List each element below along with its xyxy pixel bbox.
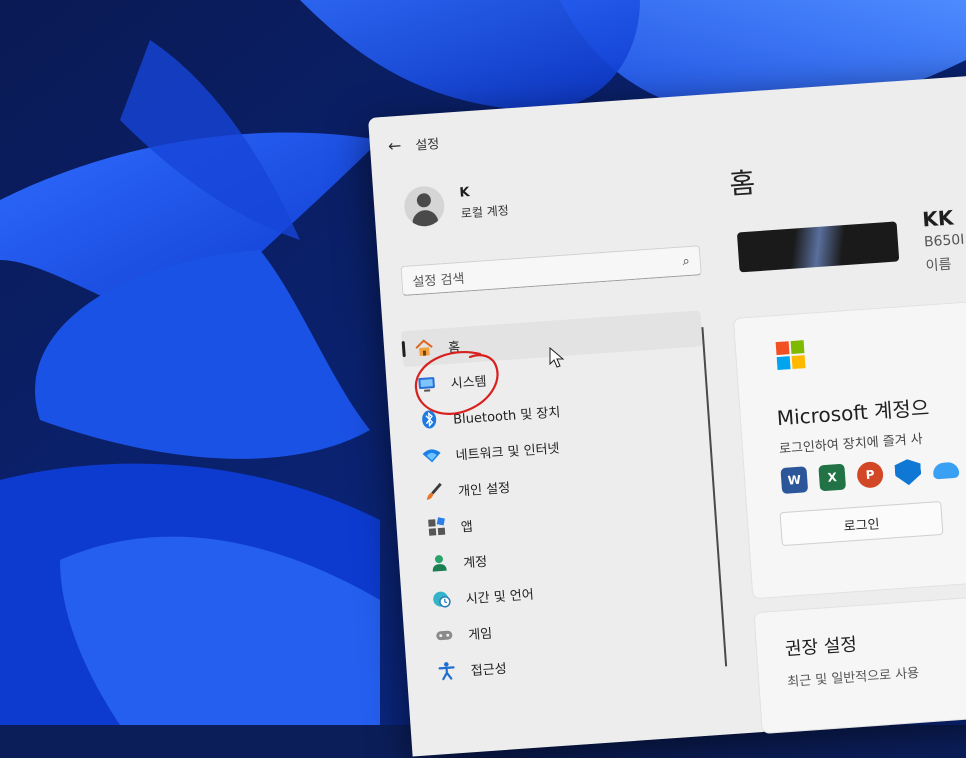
sidebar-item-label: 게임: [467, 626, 493, 643]
sidebar-item-label: 접근성: [470, 661, 508, 679]
title-bar: ← 설정: [387, 133, 440, 156]
settings-window: ← 설정 K 로컬 계정 설정 검색 ⌕ 홈 시스템 Bluetooth 및 장…: [368, 73, 966, 757]
recommended-settings-card: 권장 설정 최근 및 일반적으로 사용: [753, 592, 966, 735]
bluetooth-icon: [419, 409, 440, 430]
sidebar-item-label: 앱: [460, 519, 474, 536]
sidebar-item-label: 계정: [462, 554, 488, 571]
sidebar-item-label: 개인 설정: [457, 480, 511, 500]
search-placeholder: 설정 검색: [412, 271, 465, 290]
microsoft-logo-icon: [775, 340, 806, 371]
card-description: 로그인하여 장치에 즐겨 사: [778, 432, 924, 458]
login-button[interactable]: 로그인: [779, 500, 944, 547]
account-icon: [429, 552, 450, 573]
card-title: Microsoft 계정으: [776, 395, 930, 431]
sidebar-item-label: 네트워크 및 인터넷: [455, 440, 560, 464]
apps-icon: [426, 517, 447, 538]
device-wallpaper-thumbnail: [736, 221, 900, 273]
device-name: KK: [921, 205, 955, 232]
recommended-description: 최근 및 일반적으로 사용: [786, 665, 920, 691]
microsoft-account-card: Microsoft 계정으 로그인하여 장치에 즐겨 사 W X P 로그인: [732, 298, 966, 600]
gamepad-icon: [434, 624, 455, 645]
user-profile[interactable]: K 로컬 계정: [402, 180, 510, 228]
sidebar-item-label: 시스템: [450, 373, 488, 392]
mouse-pointer-icon: [549, 347, 565, 368]
device-model: B650I: [923, 231, 965, 251]
excel-icon: X: [818, 463, 847, 492]
defender-icon: [894, 458, 922, 486]
profile-name: K: [458, 185, 471, 201]
window-title: 설정: [414, 137, 440, 154]
home-icon: [413, 337, 434, 358]
word-icon: W: [780, 466, 809, 495]
accessibility-icon: [436, 660, 457, 681]
avatar: [402, 184, 446, 228]
wifi-icon: [421, 445, 442, 466]
onedrive-icon: [932, 461, 960, 480]
rename-link[interactable]: 이름: [925, 254, 952, 276]
page-title: 홈: [728, 166, 757, 201]
powerpoint-icon: P: [856, 460, 884, 489]
app-icon-row: W X P: [780, 456, 960, 495]
search-input[interactable]: 설정 검색 ⌕: [400, 245, 702, 297]
search-icon: ⌕: [681, 253, 691, 269]
clock-globe-icon: [431, 588, 452, 609]
sidebar-item-label: Bluetooth 및 장치: [452, 404, 561, 428]
sidebar-item-label: 홈: [447, 339, 461, 356]
recommended-title: 권장 설정: [784, 634, 858, 661]
account-type: 로컬 계정: [460, 203, 510, 221]
system-icon: [416, 373, 437, 394]
brush-icon: [424, 481, 445, 502]
back-arrow-icon[interactable]: ←: [387, 136, 402, 156]
sidebar-item-label: 시간 및 언어: [465, 587, 535, 607]
